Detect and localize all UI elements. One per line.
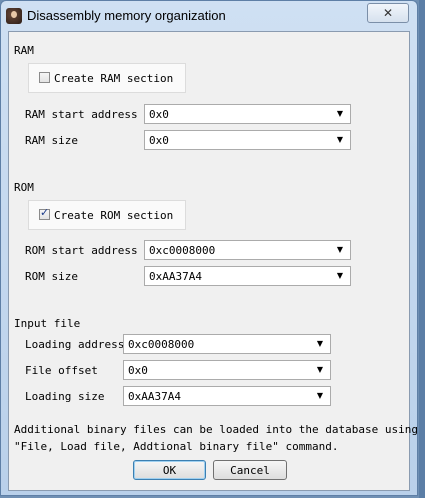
ram-checkbox-group: Create RAM section [28,63,186,93]
file-offset-combo[interactable]: 0x0 ▼ [123,360,331,380]
ok-button[interactable]: OK [133,460,206,480]
app-icon [6,8,22,24]
ram-start-address-combo[interactable]: 0x0 ▼ [144,104,351,124]
rom-start-address-label: ROM start address [25,244,138,257]
ram-section-label: RAM [14,44,34,57]
ram-start-address-label: RAM start address [25,108,138,121]
file-offset-label: File offset [25,364,98,377]
create-rom-section-label[interactable]: Create ROM section [54,209,173,222]
chevron-down-icon[interactable]: ▼ [313,363,327,377]
rom-checkbox-group: Create ROM section [28,200,186,230]
cancel-button-label: Cancel [230,463,270,477]
chevron-down-icon[interactable]: ▼ [333,107,347,121]
file-offset-value: 0x0 [128,364,148,377]
ram-size-combo[interactable]: 0x0 ▼ [144,130,351,150]
create-ram-section-checkbox[interactable] [39,72,50,83]
loading-size-value: 0xAA37A4 [128,390,181,403]
close-button[interactable]: ✕ [367,3,409,23]
dialog-body: RAM Create RAM section RAM start address… [8,31,425,491]
rom-start-address-combo[interactable]: 0xc0008000 ▼ [144,240,351,260]
window-title: Disassembly memory organization [27,8,226,23]
chevron-down-icon[interactable]: ▼ [333,133,347,147]
dialog-window: Disassembly memory organization ✕ RAM Cr… [0,0,425,496]
create-ram-section-label[interactable]: Create RAM section [54,72,173,85]
title-bar[interactable]: Disassembly memory organization ✕ [1,1,417,31]
create-rom-section-checkbox[interactable] [39,206,50,220]
ram-start-address-value: 0x0 [149,108,169,121]
chevron-down-icon[interactable]: ▼ [313,389,327,403]
cancel-button[interactable]: Cancel [213,460,287,480]
rom-size-combo[interactable]: 0xAA37A4 ▼ [144,266,351,286]
loading-address-combo[interactable]: 0xc0008000 ▼ [123,334,331,354]
additional-files-note: Additional binary files can be loaded in… [14,421,425,455]
input-file-section-label: Input file [14,317,81,330]
rom-size-label: ROM size [25,270,78,283]
close-icon: ✕ [382,6,394,20]
loading-address-label: Loading address [25,338,125,351]
loading-address-value: 0xc0008000 [128,338,195,351]
ok-button-label: OK [162,463,177,477]
loading-size-label: Loading size [25,390,105,403]
ram-size-label: RAM size [25,134,78,147]
ram-size-value: 0x0 [149,134,169,147]
chevron-down-icon[interactable]: ▼ [333,269,347,283]
note-line-1: Additional binary files can be loaded in… [14,423,425,436]
background-edge [419,0,425,498]
note-line-2: "File, Load file, Addtional binary file"… [14,440,339,453]
rom-size-value: 0xAA37A4 [149,270,202,283]
chevron-down-icon[interactable]: ▼ [313,337,327,351]
rom-section-label: ROM [14,181,34,194]
chevron-down-icon[interactable]: ▼ [333,243,347,257]
loading-size-combo[interactable]: 0xAA37A4 ▼ [123,386,331,406]
rom-start-address-value: 0xc0008000 [149,244,216,257]
